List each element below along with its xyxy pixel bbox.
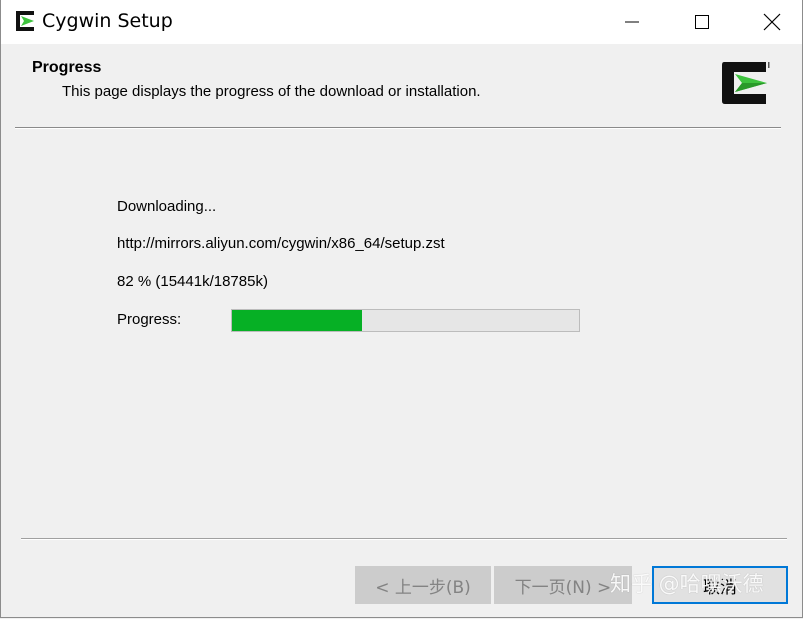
close-button[interactable] [737,0,802,44]
maximize-button[interactable] [667,0,737,44]
progress-label: Progress: [117,311,182,328]
minimize-icon [625,21,639,23]
percent-readout: 82 % (15441k/18785k) [117,273,268,290]
back-button[interactable]: < 上一步(B) [355,566,491,604]
cygwin-setup-window: Cygwin Setup Progress This page displays… [0,0,803,618]
page-header: Progress This page displays the progress… [1,44,802,128]
download-url: http://mirrors.aliyun.com/cygwin/x86_64/… [117,235,445,252]
close-icon [763,13,781,31]
page-title: Progress [32,59,102,76]
progress-bar [231,309,580,332]
cygwin-logo-icon [722,62,770,104]
minimize-button[interactable] [597,0,667,44]
maximize-icon [695,15,709,29]
window-title: Cygwin Setup [42,10,173,32]
header-divider [15,127,781,129]
progress-bar-fill [232,310,363,331]
page-description: This page displays the progress of the d… [62,83,481,100]
cancel-button[interactable]: 取消 [652,566,788,604]
next-button[interactable]: 下一页(N) > [494,566,632,604]
footer-divider [21,538,787,540]
title-bar[interactable]: Cygwin Setup [1,0,802,44]
cygwin-app-icon [16,11,34,31]
status-text: Downloading... [117,198,217,215]
